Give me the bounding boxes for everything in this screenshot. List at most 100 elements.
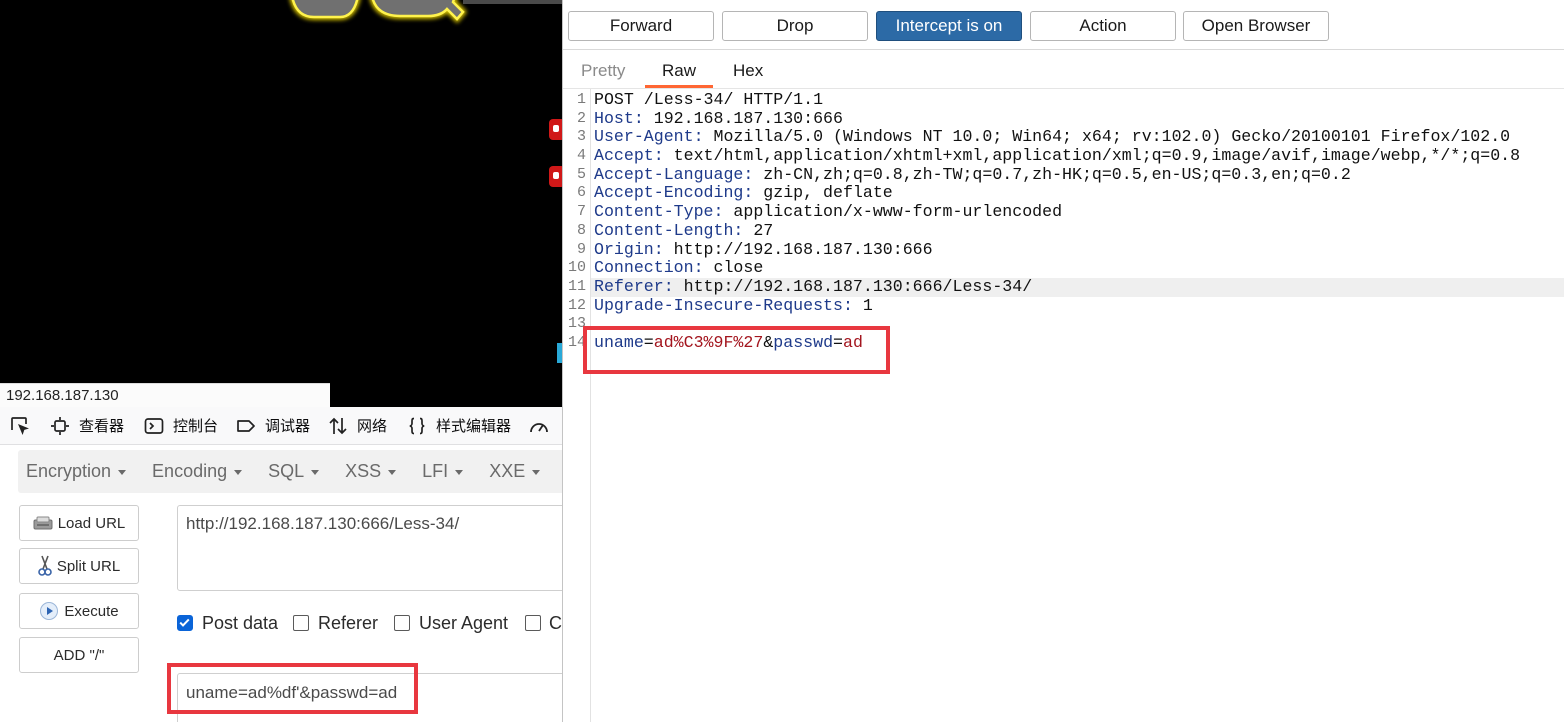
- element-picker-button[interactable]: [9, 407, 31, 444]
- network-icon: [329, 417, 347, 434]
- request-line-text: Accept-Encoding: gzip, deflate: [594, 184, 893, 203]
- header-name: Content-Type:: [594, 202, 724, 222]
- menu-sql[interactable]: SQL: [268, 461, 320, 482]
- header-value: text/html,application/xhtml+xml,applicat…: [663, 146, 1521, 166]
- burp-intercept-panel: Forward Drop Intercept is on Action Open…: [562, 0, 1564, 722]
- menu-encoding[interactable]: Encoding: [152, 461, 243, 482]
- style-editor-icon: [409, 417, 425, 434]
- execute-button[interactable]: Execute: [19, 593, 139, 629]
- request-line: 6 Accept-Encoding: gzip, deflate: [563, 184, 1564, 203]
- split-url-button[interactable]: Split URL: [19, 548, 139, 584]
- user-agent-label[interactable]: User Agent: [419, 612, 508, 634]
- load-url-label: Load URL: [57, 514, 126, 532]
- checkmark-icon: [179, 618, 190, 627]
- menu-encryption-label: Encryption: [26, 461, 112, 481]
- chevron-down-icon: [388, 470, 397, 475]
- tab-network[interactable]: 网络: [328, 407, 387, 444]
- referer-label[interactable]: Referer: [318, 612, 378, 634]
- post-data-input[interactable]: uname=ad%df'&passwd=ad: [177, 673, 562, 722]
- page-button-fragment[interactable]: [549, 119, 562, 140]
- play-icon: [40, 602, 59, 620]
- header-name: Accept-Language:: [594, 164, 754, 184]
- menu-xss-label: XSS: [345, 461, 382, 481]
- request-line-text: Connection: close: [594, 258, 764, 278]
- url-input[interactable]: http://192.168.187.130:666/Less-34/: [177, 505, 562, 591]
- line-number: 5: [576, 165, 586, 183]
- post-data-checkbox[interactable]: [177, 615, 193, 631]
- header-value: 1: [852, 295, 873, 315]
- menu-xxe[interactable]: XXE: [489, 461, 541, 482]
- page-viewport: [0, 0, 562, 407]
- referer-checkbox[interactable]: [293, 615, 309, 631]
- tab-inspector[interactable]: 查看器: [50, 407, 124, 444]
- menu-encryption[interactable]: Encryption: [26, 461, 127, 482]
- tab-inspector-label: 查看器: [79, 418, 125, 435]
- param-name: uname: [594, 332, 644, 352]
- line-number: 2: [576, 109, 586, 127]
- menu-xss[interactable]: XSS: [345, 461, 397, 482]
- tab-console[interactable]: 控制台: [144, 407, 218, 444]
- post-data-label[interactable]: Post data: [202, 612, 278, 634]
- load-url-icon: [33, 516, 53, 530]
- request-editor[interactable]: 1 POST /Less-34/ HTTP/1.1 2 Host: 192.168.…: [563, 90, 1564, 353]
- header-value: Mozilla/5.0 (Windows NT 10.0; Win64; x64…: [703, 127, 1511, 147]
- header-value: application/x-www-form-urlencoded: [723, 202, 1063, 222]
- tab-raw[interactable]: Raw: [645, 54, 713, 88]
- line-number: 12: [567, 296, 586, 314]
- request-line-text: Content-Length: 27: [594, 220, 774, 241]
- element-picker-icon: [11, 416, 29, 435]
- cookies-label[interactable]: C: [549, 612, 562, 634]
- menu-lfi[interactable]: LFI: [422, 461, 464, 482]
- performance-icon: [530, 422, 548, 432]
- line-number: 4: [576, 147, 586, 165]
- tab-pretty[interactable]: Pretty: [581, 54, 625, 88]
- header-name: Referer:: [594, 276, 674, 296]
- request-line-text: User-Agent: Mozilla/5.0 (Windows NT 10.0…: [594, 128, 1510, 147]
- header-name: Connection:: [594, 258, 704, 278]
- tab-hex[interactable]: Hex: [733, 54, 763, 88]
- request-line: 13: [563, 315, 1564, 334]
- menu-sql-label: SQL: [268, 461, 305, 481]
- request-body-line: 14 uname=ad%C3%9F%27&passwd=ad: [563, 332, 1564, 353]
- status-bar-url: 192.168.187.130: [0, 383, 330, 407]
- line-number: 11: [567, 277, 586, 295]
- line-number: 6: [576, 184, 586, 202]
- toolbar-divider: [563, 49, 1564, 50]
- request-line-text: Accept: text/html,application/xhtml+xml,…: [594, 146, 1521, 166]
- intercept-toggle-button[interactable]: Intercept is on: [876, 11, 1022, 41]
- request-line-text: Content-Type: application/x-www-form-url…: [594, 202, 1063, 222]
- menu-encoding-label: Encoding: [152, 461, 228, 481]
- open-browser-button[interactable]: Open Browser: [1183, 11, 1329, 41]
- param-name: passwd: [773, 332, 834, 352]
- tab-debugger[interactable]: 调试器: [236, 407, 310, 444]
- header-name: User-Agent:: [594, 127, 704, 147]
- load-url-button[interactable]: Load URL: [19, 505, 139, 541]
- header-value: http://192.168.187.130:666: [663, 239, 933, 259]
- param-separator: =: [643, 332, 654, 352]
- param-value: ad: [843, 332, 863, 352]
- line-number: 14: [567, 333, 586, 351]
- add-slash-button[interactable]: ADD "/": [19, 637, 139, 673]
- chevron-down-icon: [311, 470, 320, 475]
- header-value: gzip, deflate: [753, 183, 893, 203]
- tab-debugger-label: 调试器: [265, 418, 311, 435]
- header-value: 27: [743, 220, 774, 240]
- tab-performance[interactable]: [528, 407, 550, 444]
- user-agent-checkbox[interactable]: [394, 615, 410, 631]
- cookies-checkbox[interactable]: [525, 615, 541, 631]
- request-line-text: Upgrade-Insecure-Requests: 1: [594, 295, 873, 316]
- line-number: 10: [567, 259, 586, 277]
- header-value: close: [703, 258, 764, 278]
- drop-button[interactable]: Drop: [722, 11, 868, 41]
- request-line: 12 Upgrade-Insecure-Requests: 1: [563, 295, 1564, 316]
- line-number: 9: [576, 240, 586, 258]
- action-button[interactable]: Action: [1030, 11, 1176, 41]
- request-line-text: Accept-Language: zh-CN,zh;q=0.8,zh-TW;q=…: [594, 164, 1351, 185]
- browser-pane: 192.168.187.130 查看器 控制台 调试器 网络 样式编辑器 Enc…: [0, 0, 562, 722]
- request-line: 7 Content-Type: application/x-www-form-ur…: [563, 202, 1564, 222]
- page-button-fragment[interactable]: [549, 166, 562, 187]
- forward-button[interactable]: Forward: [568, 11, 714, 41]
- header-name: Host:: [594, 108, 644, 128]
- chevron-down-icon: [532, 470, 541, 475]
- tab-style-editor[interactable]: 样式编辑器: [407, 407, 511, 444]
